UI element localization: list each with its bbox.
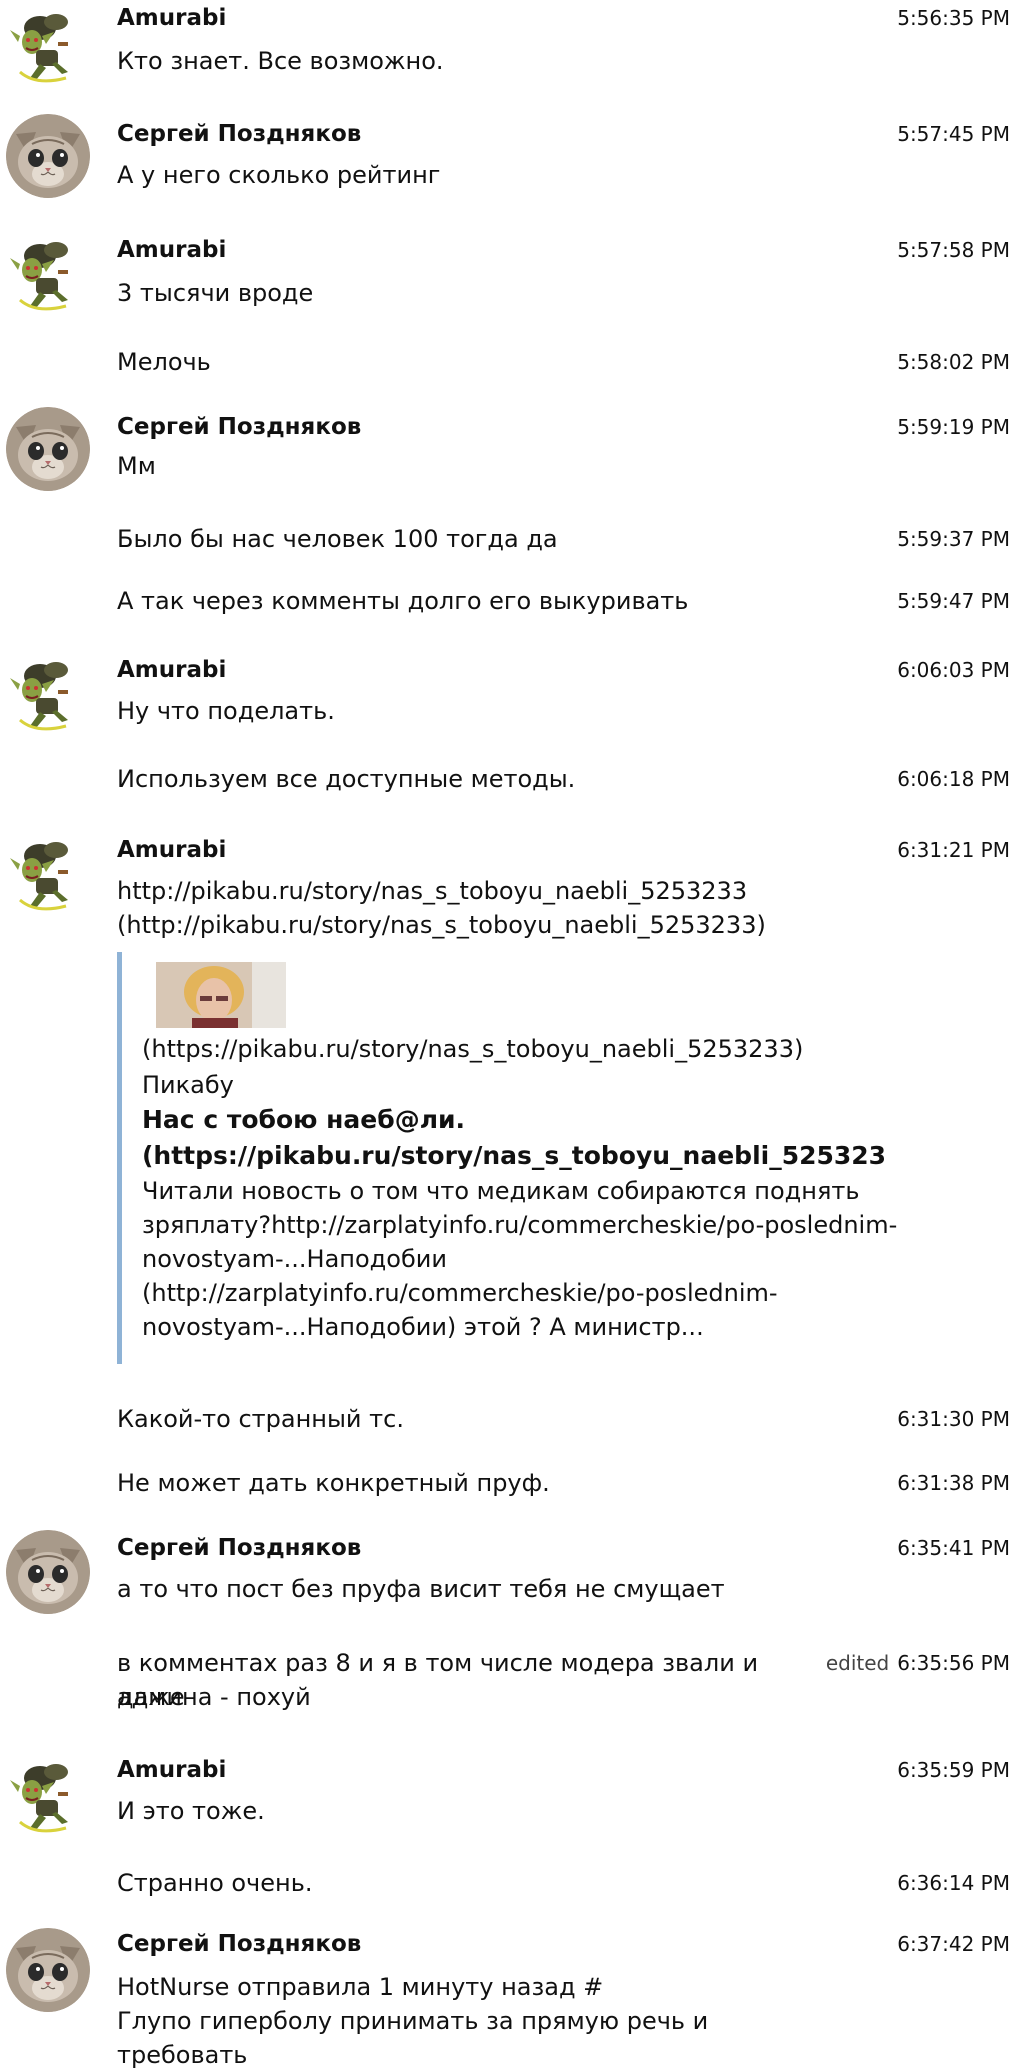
preview-title[interactable]: Нас с тобою наеб@ли. [142,1102,902,1138]
message-text: Странно очень. [117,1869,313,1897]
message-time: 6:06:03 PM [897,658,1010,682]
author-name[interactable]: Сергей Поздняков [117,1534,361,1562]
cat-avatar[interactable] [6,114,90,198]
message-time: 5:58:02 PM [897,350,1010,374]
goblin-avatar[interactable] [6,230,90,314]
cat-avatar[interactable] [6,407,90,491]
goblin-avatar[interactable] [6,2,90,86]
message-text: а то что пост без пруфа висит тебя не см… [117,1575,725,1603]
message-time: edited 6:35:56 PM [826,1649,1010,1677]
message-time: 5:59:19 PM [897,415,1010,439]
message-text: Какой-то странный тс. [117,1405,404,1433]
edited-label: edited [825,1651,890,1675]
message-text: И это тоже. [117,1797,265,1825]
message-link[interactable]: http://pikabu.ru/story/nas_s_toboyu_naeb… [117,874,817,908]
author-name[interactable]: Amurabi [117,1756,226,1784]
goblin-avatar[interactable] [6,650,90,734]
message-time: 5:59:47 PM [897,589,1010,613]
author-name[interactable]: Сергей Поздняков [117,120,361,148]
message-text: Было бы нас человек 100 тогда да [117,525,558,553]
preview-description: novostyam-...Наподобии [142,1245,447,1273]
message-time: 6:31:30 PM [897,1407,1010,1431]
link-preview[interactable]: (https://pikabu.ru/story/nas_s_toboyu_na… [117,952,902,1364]
preview-description: зряплату?http://zarplatyinfo.ru/commerch… [142,1211,898,1239]
message-text: А так через комменты долго его выкуриват… [117,587,689,615]
message-text: админа - похуй [117,1683,311,1711]
cat-avatar[interactable] [6,1530,90,1614]
message-time: 6:35:41 PM [897,1536,1010,1560]
author-name[interactable]: Amurabi [117,4,226,32]
preview-title[interactable]: (https://pikabu.ru/story/nas_s_toboyu_na… [142,1138,902,1174]
preview-description: novostyam-...Наподобии) этой ? А министр… [142,1313,704,1341]
message-time: 6:31:38 PM [897,1471,1010,1495]
preview-thumbnail[interactable] [156,962,286,1028]
message-time: 6:06:18 PM [897,767,1010,791]
preview-description: Читали новость о том что медикам собираю… [142,1177,860,1205]
message-text: Мелочь [117,348,211,376]
author-name[interactable]: Amurabi [117,236,226,264]
message-time: 6:35:59 PM [897,1758,1010,1782]
author-name[interactable]: Amurabi [117,656,226,684]
message-time: 5:59:37 PM [897,527,1010,551]
message-text: 3 тысячи вроде [117,279,314,307]
author-name[interactable]: Сергей Поздняков [117,1930,361,1958]
message-text: Не может дать конкретный пруф. [117,1469,550,1497]
cat-avatar[interactable] [6,1928,90,2012]
message-text: Мм [117,452,156,480]
message-text: А у него сколько рейтинг [117,161,441,189]
message-link[interactable]: (http://pikabu.ru/story/nas_s_toboyu_nae… [117,908,817,942]
preview-site: Пикабу [142,1071,234,1099]
message-text: Глупо гиперболу принимать за прямую речь… [117,2007,709,2069]
message-text: Ну что поделать. [117,697,335,725]
message-time: 6:37:42 PM [897,1932,1010,1956]
message-time: 5:57:45 PM [897,122,1010,146]
time-value: 6:35:56 PM [897,1651,1010,1675]
message-text: HotNurse отправила 1 минуту назад # [117,1973,604,2001]
message-time: 6:36:14 PM [897,1871,1010,1895]
message-time: 5:56:35 PM [897,6,1010,30]
author-name[interactable]: Сергей Поздняков [117,413,361,441]
author-name[interactable]: Amurabi [117,836,226,864]
goblin-avatar[interactable] [6,1752,90,1836]
message-time: 5:57:58 PM [897,238,1010,262]
preview-description: (http://zarplatyinfo.ru/commercheskie/po… [142,1279,778,1307]
preview-link[interactable]: (https://pikabu.ru/story/nas_s_toboyu_na… [142,1032,902,1066]
message-text: Используем все доступные методы. [117,765,576,793]
goblin-avatar[interactable] [6,830,90,914]
message-time: 6:31:21 PM [897,838,1010,862]
message-text: Кто знает. Все возможно. [117,47,444,75]
